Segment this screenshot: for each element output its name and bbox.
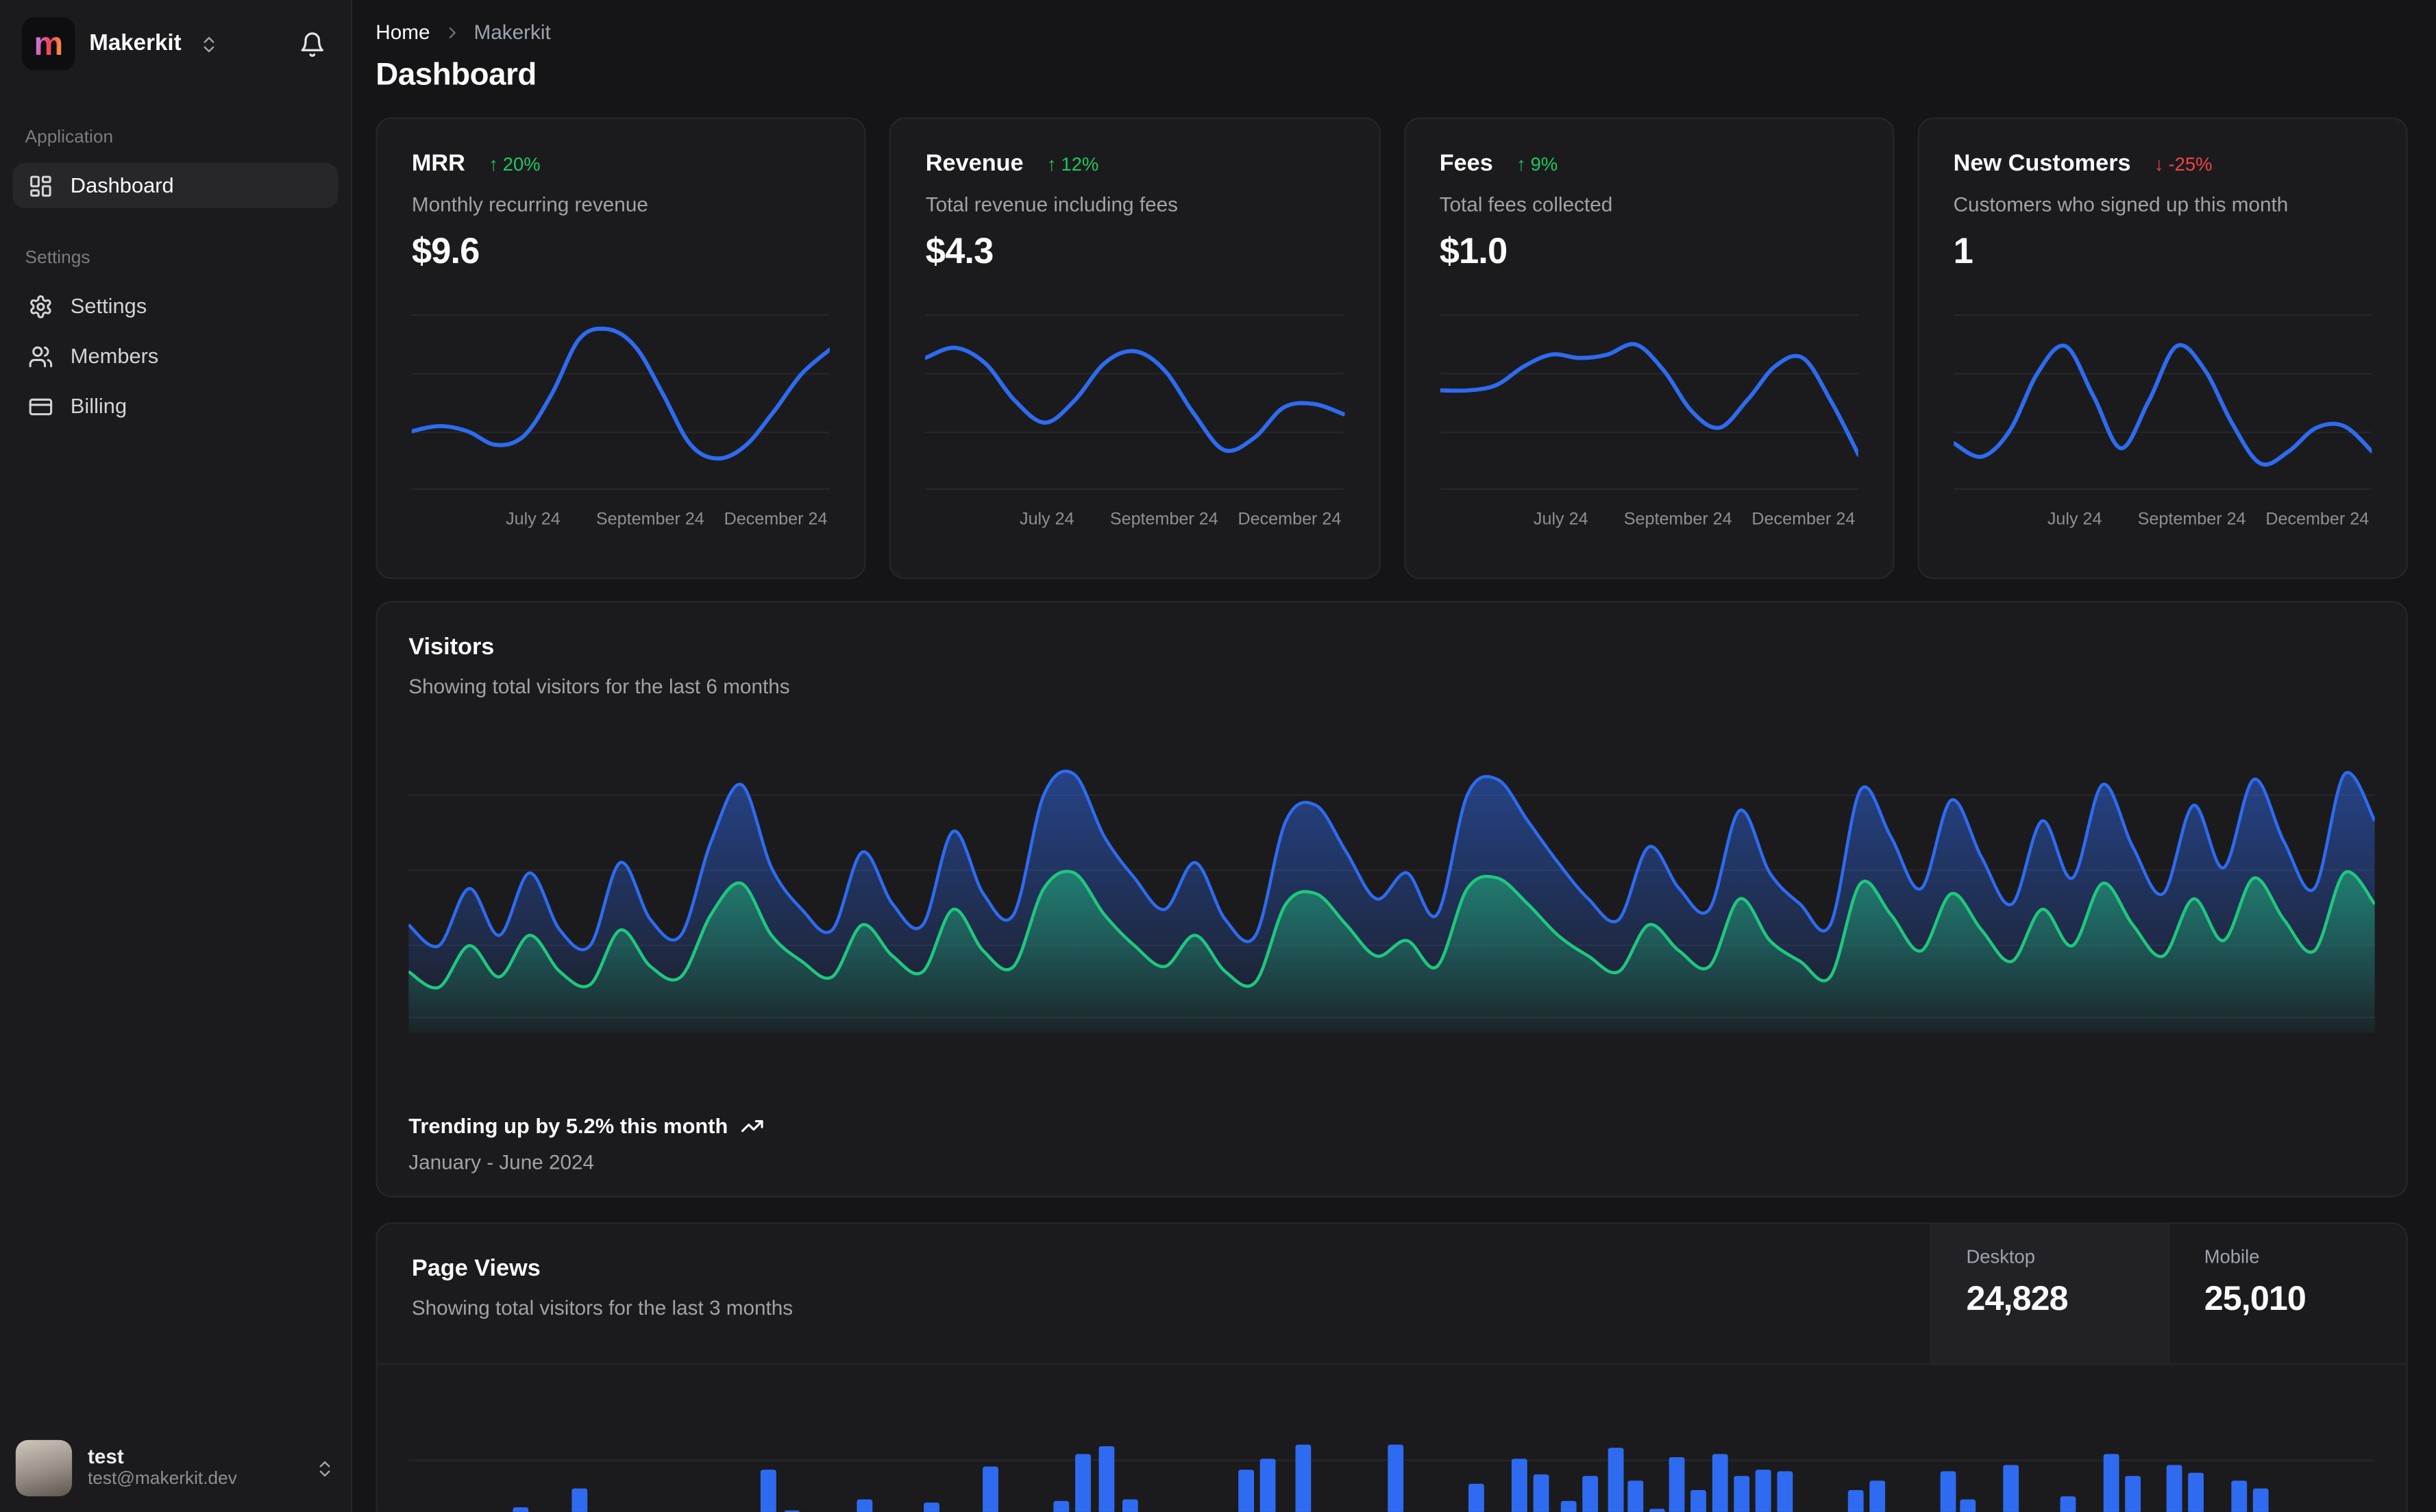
breadcrumb-home[interactable]: Home [376,21,430,44]
stat-subtitle: Total fees collected [1439,193,1613,216]
visitors-trend-text: Trending up by 5.2% this month [408,1114,728,1138]
x-tick: September 24 [1623,510,1732,530]
stat-subtitle: Customers who signed up this month [1953,193,2289,216]
sidebar-item-members[interactable]: Members [12,334,338,379]
sidebar-item-label: Billing [70,394,127,418]
chevrons-up-down-icon [199,34,219,54]
chevrons-up-down-icon [315,1458,335,1478]
page-views-card: Page Views Showing total visitors for th… [376,1222,2408,1512]
stat-value: $1.0 [1439,230,1508,271]
stat-title: Revenue [925,150,1024,177]
nav-section-application: Application [25,128,114,147]
stat-subtitle: Monthly recurring revenue [411,193,648,216]
tab-value: 25,010 [2204,1278,2306,1318]
user-info: test test@makerkit.dev [88,1444,299,1492]
new-customers-sparkline-chart [1954,312,2372,495]
x-axis-ticks: July 24 September 24 December 24 [1954,510,2372,532]
visitors-card: Visitors Showing total visitors for the … [376,601,2408,1198]
x-tick: December 24 [724,510,828,530]
trending-up-icon [741,1115,764,1138]
trend-badge: ↑ 12% [1046,153,1099,175]
page-views-subtitle: Showing total visitors for the last 3 mo… [411,1296,793,1319]
stat-card-new-customers: New Customers ↓ -25% Customers who signed… [1917,117,2408,580]
visitors-range-text: January - June 2024 [408,1150,595,1174]
x-tick: December 24 [2265,510,2370,530]
layout-dashboard-icon [28,173,53,198]
x-tick: September 24 [1109,510,1218,530]
makerkit-logo: m [21,17,75,71]
stat-title: Fees [1439,150,1493,177]
x-tick: December 24 [1238,510,1342,530]
stat-title: MRR [411,150,465,177]
x-tick: July 24 [2047,510,2102,530]
stat-title: New Customers [1953,150,2131,177]
tab-mobile[interactable]: Mobile 25,010 [2168,1224,2406,1363]
x-axis-ticks: July 24 September 24 December 24 [412,510,831,532]
visitors-subtitle: Showing total visitors for the last 6 mo… [408,674,790,698]
x-tick: December 24 [1751,510,1856,530]
credit-card-icon [28,394,53,419]
x-tick: July 24 [1533,510,1588,530]
notifications-button[interactable] [296,27,329,60]
chevron-right-icon [443,23,461,41]
trend-badge: ↑ 20% [489,153,541,175]
visitors-title: Visitors [408,634,495,661]
page-views-title: Page Views [411,1255,541,1282]
visitors-area-chart [408,736,2375,1033]
nav-section-settings: Settings [25,249,90,268]
team-switcher[interactable]: m Makerkit [0,0,351,88]
breadcrumb-current: Makerkit [473,20,551,44]
revenue-sparkline-chart [926,312,1344,495]
gear-icon [28,293,53,319]
page-views-bar-chart [408,1385,2374,1512]
stat-cards-row: MRR ↑ 20% Monthly recurring revenue $9.6 … [376,117,2408,580]
fees-sparkline-chart [1440,312,1858,495]
visitors-footer: Trending up by 5.2% this month January -… [408,1115,764,1174]
sidebar-item-label: Settings [70,294,147,318]
arrow-up-icon: ↑ [1516,153,1526,175]
stat-subtitle: Total revenue including fees [925,193,1178,216]
x-axis-ticks: July 24 September 24 December 24 [1440,510,1858,532]
tab-label: Mobile [2204,1245,2260,1268]
x-tick: September 24 [2137,510,2246,530]
user-avatar [15,1439,73,1497]
sidebar-item-settings[interactable]: Settings [12,284,338,329]
mrr-sparkline-chart [412,312,831,495]
arrow-up-icon: ↑ [1046,153,1057,175]
arrow-down-icon: ↓ [2154,153,2164,175]
team-name: Makerkit [89,31,182,57]
sidebar-item-billing[interactable]: Billing [12,384,338,429]
page-views-header: Page Views Showing total visitors for th… [377,1224,2407,1365]
tab-label: Desktop [1966,1245,2036,1268]
sidebar-item-label: Dashboard [70,173,174,197]
sidebar-item-label: Members [70,344,159,368]
sidebar: m Makerkit Application Dashboard Setting… [0,0,353,1512]
stat-value: 1 [1953,230,1973,271]
sidebar-nav: Application Dashboard Settings Settings … [0,128,351,429]
stat-value: $9.6 [411,230,480,271]
app-window: m Makerkit Application Dashboard Setting… [0,0,2436,1512]
breadcrumb: Home Makerkit [376,21,2407,44]
users-icon [28,343,53,369]
user-email: test@makerkit.dev [87,1470,237,1489]
sidebar-item-dashboard[interactable]: Dashboard [12,162,339,208]
tab-value: 24,828 [1966,1278,2068,1318]
x-tick: July 24 [506,510,561,530]
tab-desktop[interactable]: Desktop 24,828 [1930,1224,2169,1363]
bell-icon [299,31,325,58]
main-content: Home Makerkit Dashboard MRR ↑ 20% Monthly… [354,0,2436,1512]
stat-card-fees: Fees ↑ 9% Total fees collected $1.0 July … [1403,117,1894,580]
x-axis-ticks: July 24 September 24 December 24 [926,510,1344,532]
trend-badge: ↑ 9% [1516,153,1558,175]
user-menu[interactable]: test test@makerkit.dev [0,1424,351,1512]
user-name: test [87,1444,124,1468]
stat-value: $4.3 [925,230,994,271]
trend-badge: ↓ -25% [2154,153,2213,175]
page-title: Dashboard [376,58,537,92]
stat-card-mrr: MRR ↑ 20% Monthly recurring revenue $9.6 … [376,117,866,580]
arrow-up-icon: ↑ [489,153,498,175]
x-tick: September 24 [595,510,704,530]
stat-card-revenue: Revenue ↑ 12% Total revenue including fee… [889,117,1380,580]
x-tick: July 24 [1020,510,1074,530]
